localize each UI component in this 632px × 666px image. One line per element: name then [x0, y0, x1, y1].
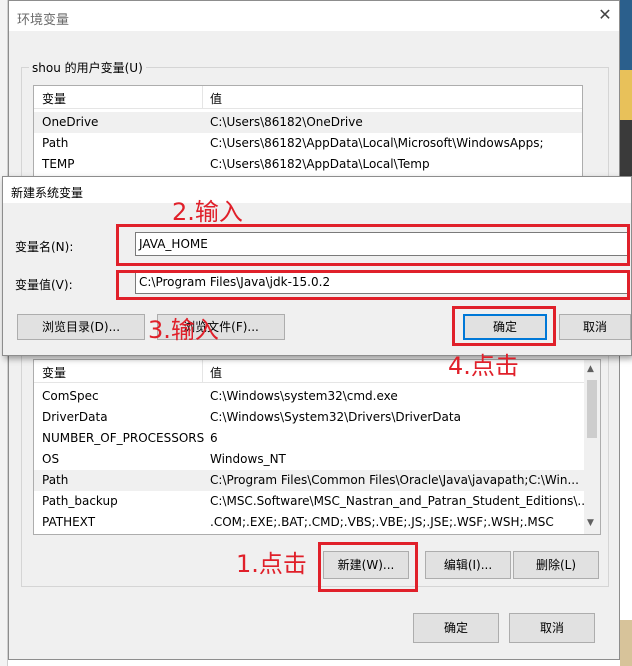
row-name: OneDrive — [42, 115, 99, 129]
variable-value-label: 变量值(V): — [15, 278, 73, 292]
edit-button[interactable]: 编辑(I)... — [425, 551, 511, 579]
table-row[interactable]: DriverData C:\Windows\System32\Drivers\D… — [34, 407, 600, 428]
scrollbar-thumb[interactable] — [587, 380, 597, 438]
row-name: Path — [42, 473, 69, 487]
row-value: C:\MSC.Software\MSC_Nastran_and_Patran_S… — [210, 494, 589, 508]
row-name: ComSpec — [42, 389, 99, 403]
column-header-name[interactable]: 变量 — [42, 90, 66, 107]
row-value: C:\Program Files\Common Files\Oracle\Jav… — [210, 473, 579, 487]
ok-button[interactable]: 确定 — [413, 613, 499, 643]
row-name: NUMBER_OF_PROCESSORS — [42, 431, 205, 445]
title-bar: 环境变量 ✕ — [9, 1, 619, 31]
column-header-value[interactable]: 值 — [210, 364, 222, 381]
browse-directory-button[interactable]: 浏览目录(D)... — [17, 314, 145, 340]
row-value: C:\Windows\System32\Drivers\DriverData — [210, 410, 461, 424]
table-row[interactable]: TEMP C:\Users\86182\AppData\Local\Temp — [34, 154, 582, 175]
table-row[interactable]: PATHEXT .COM;.EXE;.BAT;.CMD;.VBS;.VBE;.J… — [34, 512, 600, 533]
table-row[interactable]: OneDrive C:\Users\86182\OneDrive — [34, 112, 582, 133]
row-value: C:\Users\86182\AppData\Local\Temp — [210, 157, 430, 171]
table-row[interactable]: NUMBER_OF_PROCESSORS 6 — [34, 428, 600, 449]
scroll-up-icon[interactable]: ▲ — [587, 364, 594, 374]
window-title: 环境变量 — [17, 13, 70, 28]
system-variables-list[interactable]: 变量 值 ComSpec C:\Windows\system32\cmd.exe… — [33, 359, 601, 535]
dialog-title: 新建系统变量 — [11, 186, 84, 200]
delete-button[interactable]: 删除(L) — [513, 551, 599, 579]
row-value: C:\Users\86182\OneDrive — [210, 115, 363, 129]
row-value: .COM;.EXE;.BAT;.CMD;.VBS;.VBE;.JS;.JSE;.… — [210, 515, 554, 529]
table-row[interactable]: Path_backup C:\MSC.Software\MSC_Nastran_… — [34, 491, 600, 512]
annotation-box-ok — [452, 306, 556, 346]
annotation-box-value — [116, 270, 630, 300]
annotation-step-4: 4.点击 — [448, 352, 519, 380]
table-row[interactable]: ComSpec C:\Windows\system32\cmd.exe — [34, 386, 600, 407]
row-name: PATHEXT — [42, 515, 96, 529]
vertical-scrollbar[interactable]: ▲ ▼ — [584, 360, 600, 534]
scroll-down-icon[interactable]: ▼ — [587, 518, 594, 528]
variable-name-label: 变量名(N): — [15, 240, 74, 254]
row-name: Path_backup — [42, 494, 118, 508]
row-value: C:\Windows\system32\cmd.exe — [210, 389, 398, 403]
annotation-box-name — [116, 224, 630, 266]
row-name: Path — [42, 136, 69, 150]
row-name: DriverData — [42, 410, 108, 424]
user-variables-label: shou 的用户变量(U) — [29, 59, 146, 76]
cancel-button[interactable]: 取消 — [509, 613, 595, 643]
dialog-title-bar: 新建系统变量 — [3, 177, 631, 203]
table-row[interactable]: Path C:\Users\86182\AppData\Local\Micros… — [34, 133, 582, 154]
close-icon[interactable]: ✕ — [595, 5, 615, 25]
row-value: Windows_NT — [210, 452, 286, 466]
annotation-step-3: 3.输入 — [148, 316, 219, 344]
row-value: C:\Users\86182\AppData\Local\Microsoft\W… — [210, 136, 544, 150]
table-row[interactable]: Path C:\Program Files\Common Files\Oracl… — [34, 470, 600, 491]
column-header-name[interactable]: 变量 — [42, 364, 66, 381]
row-value: 6 — [210, 431, 218, 445]
list-header: 变量 值 — [34, 86, 582, 109]
annotation-box-new — [318, 542, 418, 592]
row-name: OS — [42, 452, 60, 466]
annotation-step-1: 1.点击 — [236, 550, 307, 578]
column-header-value[interactable]: 值 — [210, 90, 222, 107]
annotation-step-2: 2.输入 — [172, 198, 243, 226]
user-variables-list[interactable]: 变量 值 OneDrive C:\Users\86182\OneDrive Pa… — [33, 85, 583, 181]
row-name: TEMP — [42, 157, 75, 171]
dialog-cancel-button[interactable]: 取消 — [559, 314, 631, 340]
table-row[interactable]: OS Windows_NT — [34, 449, 600, 470]
